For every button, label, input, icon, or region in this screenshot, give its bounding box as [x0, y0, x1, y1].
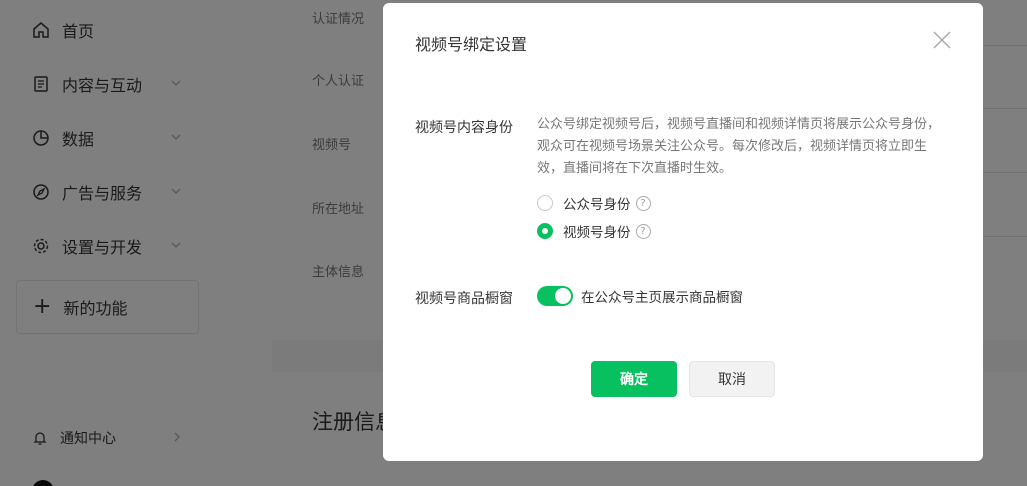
radio-option-official-account[interactable]: 公众号身份 ?	[537, 193, 651, 213]
help-icon[interactable]: ?	[635, 195, 651, 211]
close-icon[interactable]	[931, 29, 953, 51]
dialog-title: 视频号绑定设置	[415, 35, 528, 54]
identity-description: 公众号绑定视频号后，视频号直播间和视频详情页将展示公众号身份，观众可在视频号场景…	[537, 117, 941, 176]
help-icon[interactable]: ?	[635, 223, 651, 239]
radio-button[interactable]	[537, 223, 553, 239]
radio-button[interactable]	[537, 195, 553, 211]
identity-label: 视频号内容身份	[415, 120, 513, 136]
radio-label: 视频号身份	[563, 225, 631, 241]
confirm-button[interactable]: 确定	[591, 361, 677, 397]
shop-toggle-label: 在公众号主页展示商品橱窗	[581, 290, 743, 306]
cancel-button[interactable]: 取消	[689, 361, 775, 397]
shop-toggle-row[interactable]: 在公众号主页展示商品橱窗	[537, 286, 743, 306]
radio-label: 公众号身份	[563, 197, 631, 213]
radio-option-channels[interactable]: 视频号身份 ?	[537, 221, 651, 241]
channels-binding-dialog: 视频号绑定设置 视频号内容身份 公众号绑定视频号后，视频号直播间和视频详情页将展…	[383, 3, 983, 461]
shop-toggle[interactable]	[537, 286, 573, 306]
shop-label: 视频号商品橱窗	[415, 291, 513, 307]
